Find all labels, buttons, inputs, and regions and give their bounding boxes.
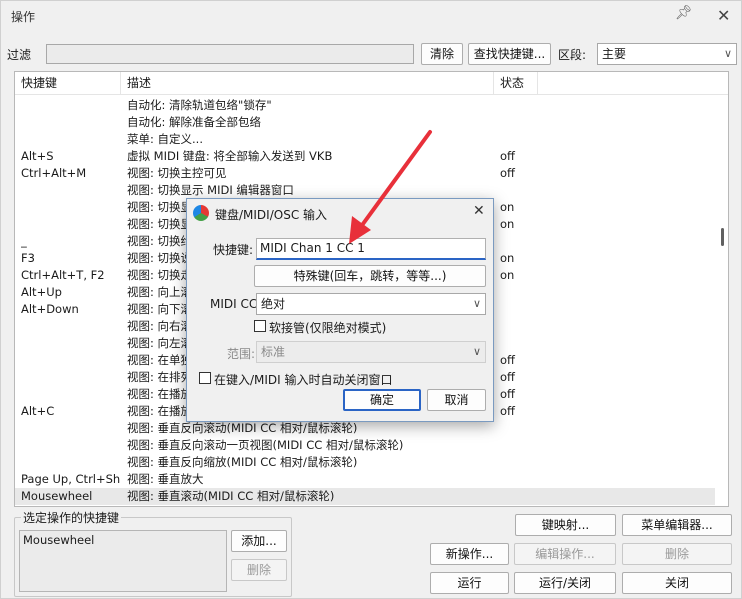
row-state: on — [500, 217, 515, 231]
row-description: 视图: 切换主控可见 — [127, 166, 227, 180]
special-keys-button[interactable]: 特殊键(回车，跳转，等等...) — [254, 265, 486, 287]
filter-input[interactable] — [46, 44, 414, 64]
row-shortcut: Mousewheel — [21, 489, 93, 503]
table-row[interactable]: 自动化: 解除准备全部包络 — [15, 114, 715, 131]
table-row[interactable]: 自动化: 清除轨道包络"锁存" — [15, 97, 715, 114]
delete-shortcut-button[interactable]: 删除 — [231, 559, 287, 581]
midi-cc-select[interactable]: 绝对 ∨ — [256, 293, 486, 315]
cancel-button[interactable]: 取消 — [427, 389, 486, 411]
list-header: 快捷键 描述 ⌃ 状态 — [15, 72, 728, 95]
auto-close-label: 在键入/MIDI 输入时自动关闭窗口 — [214, 373, 393, 387]
range-value: 标准 — [261, 345, 286, 359]
row-description: 视图: 垂直放大 — [127, 472, 204, 486]
row-state: off — [500, 370, 515, 384]
chevron-down-icon: ∨ — [472, 345, 481, 358]
row-state: on — [500, 251, 515, 265]
dialog-title-bar: 键盘/MIDI/OSC 输入 ✕ — [187, 199, 493, 227]
row-state: off — [500, 166, 515, 180]
row-shortcut: Alt+S — [21, 149, 54, 163]
dialog-title: 键盘/MIDI/OSC 输入 — [215, 208, 328, 222]
midi-cc-label: MIDI CC: — [210, 297, 262, 311]
row-shortcut: Alt+Down — [21, 302, 79, 316]
row-shortcut: Ctrl+Alt+M — [21, 166, 87, 180]
shortcut-input[interactable]: MIDI Chan 1 CC 1 — [256, 238, 486, 260]
row-shortcut: Ctrl+Alt+T, F2 — [21, 268, 105, 282]
table-row[interactable]: Page Up, Ctrl+Shif... 视图: 垂直放大 — [15, 471, 715, 488]
table-row[interactable]: 视图: 垂直反向缩放(MIDI CC 相对/鼠标滚轮) — [15, 454, 715, 471]
table-row[interactable]: Ctrl+Alt+M 视图: 切换主控可见 off — [15, 165, 715, 182]
table-row[interactable]: 视图: 切换显示 MIDI 编辑器窗口 — [15, 182, 715, 199]
row-state: off — [500, 149, 515, 163]
delete-action-button[interactable]: 删除 — [622, 543, 732, 565]
range-select[interactable]: 标准 ∨ — [256, 341, 486, 363]
row-shortcut: F3 — [21, 251, 35, 265]
window-title: 操作 — [11, 10, 36, 24]
range-label: 范围: — [227, 347, 256, 361]
run-button[interactable]: 运行 — [430, 572, 509, 594]
title-bar: 操作 📌︎ ✕ — [1, 1, 742, 31]
table-row[interactable]: 菜单: 自定义... — [15, 131, 715, 148]
add-shortcut-button[interactable]: 添加... — [231, 530, 287, 552]
selected-shortcuts-group: 选定操作的快捷键 Mousewheel 添加... 删除 — [14, 509, 292, 597]
row-description: 视图: 切换显示 MIDI 编辑器窗口 — [127, 183, 294, 197]
dialog-close-icon[interactable]: ✕ — [473, 203, 485, 219]
row-state: off — [500, 404, 515, 418]
row-description: 菜单: 自定义... — [127, 132, 203, 146]
group-title: 选定操作的快捷键 — [21, 509, 122, 526]
row-shortcut: Alt+C — [21, 404, 55, 418]
row-state: off — [500, 387, 515, 401]
shortcut-item[interactable]: Mousewheel — [23, 533, 94, 547]
section-select[interactable]: 主要 ∨ — [597, 43, 737, 65]
shortcut-label: 快捷键: — [213, 243, 254, 257]
new-action-button[interactable]: 新操作... — [430, 543, 509, 565]
midi-cc-value: 绝对 — [261, 297, 286, 311]
auto-close-checkbox[interactable] — [199, 372, 211, 384]
chevron-down-icon: ∨ — [472, 297, 481, 310]
row-description: 自动化: 清除轨道包络"锁存" — [127, 98, 272, 112]
row-shortcut: Page Up, Ctrl+Shif... — [21, 472, 121, 486]
sort-caret-icon: ⌃ — [303, 71, 312, 79]
find-shortcut-button[interactable]: 查找快捷键... — [468, 43, 551, 65]
table-row[interactable]: Alt+S 虚拟 MIDI 键盘: 将全部输入发送到 VKB off — [15, 148, 715, 165]
soft-takeover-label: 软接管(仅限绝对模式) — [269, 321, 387, 335]
row-description: 自动化: 解除准备全部包络 — [127, 115, 262, 129]
section-label: 区段: — [558, 48, 587, 62]
row-description: 视图: 垂直反向滚动(MIDI CC 相对/鼠标滚轮) — [127, 421, 358, 435]
run-close-button[interactable]: 运行/关闭 — [514, 572, 616, 594]
key-mapping-button[interactable]: 键映射... — [515, 514, 616, 536]
table-row[interactable]: 视图: 垂直反向滚动一页视图(MIDI CC 相对/鼠标滚轮) — [15, 437, 715, 454]
app-logo-icon — [193, 205, 209, 221]
keyboard-midi-osc-dialog: 键盘/MIDI/OSC 输入 ✕ 快捷键: MIDI Chan 1 CC 1 特… — [186, 198, 494, 422]
section-value: 主要 — [602, 47, 627, 61]
row-description: 虚拟 MIDI 键盘: 将全部输入发送到 VKB — [127, 149, 333, 163]
close-icon[interactable]: ✕ — [717, 6, 730, 25]
scrollbar-thumb[interactable] — [721, 228, 724, 246]
header-shortcut[interactable]: 快捷键 — [15, 72, 121, 95]
row-shortcut: Alt+Up — [21, 285, 62, 299]
row-description: 视图: 垂直反向滚动一页视图(MIDI CC 相对/鼠标滚轮) — [127, 438, 404, 452]
close-button[interactable]: 关闭 — [622, 572, 732, 594]
row-state: on — [500, 268, 515, 282]
row-description: 视图: 垂直滚动(MIDI CC 相对/鼠标滚轮) — [127, 489, 335, 503]
table-row[interactable]: 视图: 垂直反向滚动(MIDI CC 相对/鼠标滚轮) — [15, 420, 715, 437]
table-row[interactable]: Mousewheel 视图: 垂直滚动(MIDI CC 相对/鼠标滚轮) — [15, 488, 715, 505]
filter-row: 过滤 清除 查找快捷键... 区段: 主要 ∨ — [1, 43, 742, 65]
header-state[interactable]: 状态 — [494, 72, 538, 95]
row-state: on — [500, 200, 515, 214]
soft-takeover-checkbox[interactable] — [254, 320, 266, 332]
pin-icon[interactable]: 📌︎ — [675, 5, 693, 21]
edit-action-button[interactable]: 编辑操作... — [514, 543, 616, 565]
ok-button[interactable]: 确定 — [343, 389, 421, 411]
filter-label: 过滤 — [7, 48, 32, 62]
menu-editor-button[interactable]: 菜单编辑器... — [622, 514, 732, 536]
row-shortcut: _ — [21, 234, 27, 248]
row-description: 视图: 垂直反向缩放(MIDI CC 相对/鼠标滚轮) — [127, 455, 358, 469]
row-state: off — [500, 353, 515, 367]
chevron-down-icon: ∨ — [723, 47, 732, 60]
shortcut-list-box[interactable]: Mousewheel — [19, 530, 227, 592]
clear-button[interactable]: 清除 — [421, 43, 463, 65]
